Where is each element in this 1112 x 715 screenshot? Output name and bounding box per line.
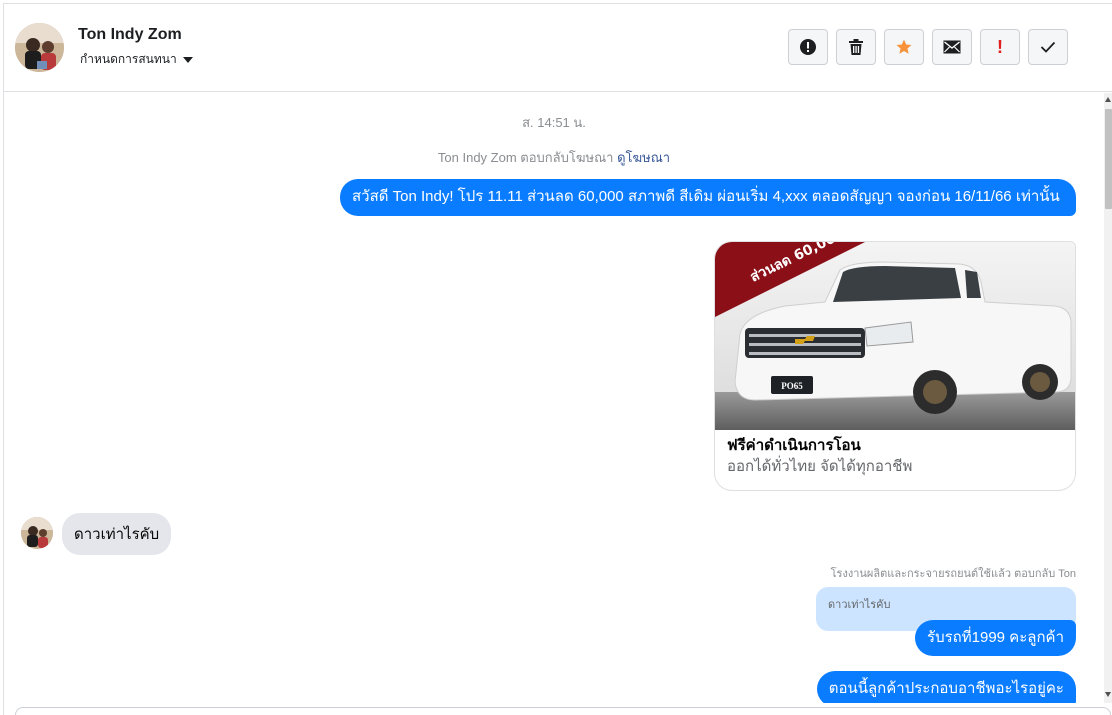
alert-circle-icon <box>800 39 816 55</box>
messenger-window: Ton Indy Zom กำหนดการสนทนา ! ส. 14:51 น.… <box>3 3 1112 715</box>
contact-name[interactable]: Ton Indy Zom <box>78 26 182 44</box>
conversation-header: Ton Indy Zom กำหนดการสนทนา ! <box>4 4 1112 92</box>
assign-label: กำหนดการสนทนา <box>80 52 177 66</box>
delete-button[interactable] <box>836 29 876 65</box>
message-composer[interactable] <box>15 707 1111 715</box>
reply-meta: โรงงานผลิตและกระจายรถยนต์ใช้แล้ว ตอบกลับ… <box>830 568 1076 580</box>
header-actions: ! <box>788 29 1068 65</box>
outgoing-message: สวัสดี Ton Indy! โปร 11.11 ส่วนลด 60,000… <box>340 179 1076 216</box>
star-button[interactable] <box>884 29 924 65</box>
message-timestamp: ส. 14:51 น. <box>522 115 586 130</box>
outgoing-message: รับรถที่1999 คะลูกค้า <box>915 620 1076 656</box>
plate-text: PO65 <box>781 381 803 391</box>
mark-important-button[interactable]: ! <box>980 29 1020 65</box>
scroll-down-icon[interactable] <box>1105 692 1111 697</box>
exclamation-icon: ! <box>997 37 1003 57</box>
avatar[interactable] <box>15 23 64 72</box>
ad-card[interactable]: PO65 ส่วนลด 60,000. ฟรีค่าดำเนินการโอน อ… <box>714 241 1076 491</box>
envelope-icon <box>943 40 961 54</box>
mark-unread-button[interactable] <box>932 29 972 65</box>
view-ad-link[interactable]: ดูโฆษณา <box>617 150 670 165</box>
ad-reply-text: Ton Indy Zom ตอบกลับโฆษณา <box>437 150 614 165</box>
checkmark-icon <box>1040 41 1056 53</box>
scrollbar[interactable] <box>1104 93 1112 703</box>
incoming-message: ดาวเท่าไรคับ <box>62 513 172 555</box>
sender-avatar <box>21 517 53 549</box>
message-thread: ส. 14:51 น. Ton Indy Zom ตอบกลับโฆษณา ดู… <box>4 93 1104 703</box>
ad-image: PO65 ส่วนลด 60,000. <box>715 242 1075 430</box>
outgoing-message: ตอนนี้ลูกค้าประกอบอาชีพอะไรอยู่คะ <box>816 671 1076 703</box>
scroll-thumb[interactable] <box>1105 109 1112 209</box>
ad-reply-note: Ton Indy Zom ตอบกลับโฆษณา ดูโฆษณา <box>4 147 1104 168</box>
star-icon <box>896 39 912 54</box>
done-button[interactable] <box>1028 29 1068 65</box>
trash-icon <box>849 39 863 55</box>
assign-conversation-dropdown[interactable]: กำหนดการสนทนา <box>80 50 193 69</box>
mark-spam-button[interactable] <box>788 29 828 65</box>
chevron-down-icon <box>182 57 193 63</box>
ad-card-subtitle: ออกได้ทั่วไทย จัดได้ทุกอาชีพ <box>727 458 913 475</box>
scroll-up-icon[interactable] <box>1105 97 1111 102</box>
